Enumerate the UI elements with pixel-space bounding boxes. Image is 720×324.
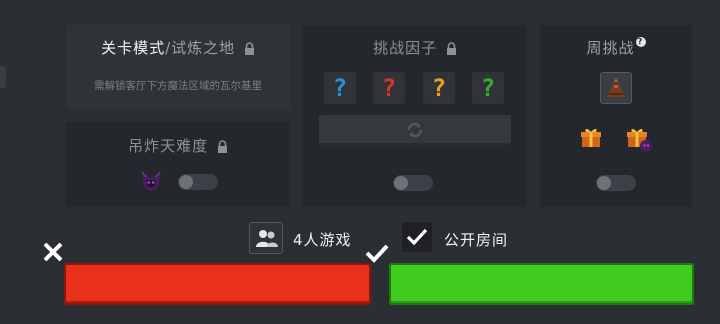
demon-helmet-icon — [139, 169, 163, 197]
stage-mode-title: 关卡模式/试炼之地 — [66, 37, 290, 58]
challenge-factors-toggle[interactable] — [393, 175, 433, 191]
confirm-button[interactable] — [365, 244, 694, 305]
reroll-button[interactable] — [319, 115, 511, 145]
public-room-label: 公开房间 — [444, 231, 509, 249]
toggle-knob — [394, 176, 408, 190]
gift-reward-icon — [579, 125, 603, 153]
reroll-icon — [406, 121, 424, 143]
volcano-challenge-icon[interactable] — [600, 72, 632, 104]
challenge-factors-label: 挑战因子 — [373, 39, 438, 57]
four-player-label: 4人游戏 — [293, 231, 352, 249]
question-mark-icon: ? — [381, 74, 397, 102]
unlock-hint: 需解锁客厅下方魔法区域的瓦尔基里 — [94, 80, 262, 92]
lock-icon — [446, 42, 457, 55]
toggle-knob — [179, 175, 193, 189]
question-mark-icon: ? — [332, 74, 348, 102]
difficulty-label: 吊炸天难度 — [128, 137, 209, 155]
weekly-challenge-title: 周挑战? — [540, 37, 692, 58]
trial-land-label: 试炼之地 — [171, 39, 236, 57]
question-mark-icon: ? — [480, 74, 496, 102]
toggle-knob — [597, 176, 611, 190]
lock-icon — [217, 140, 228, 153]
challenge-slot-red[interactable]: ? — [373, 72, 405, 104]
gift-reward-locked-icon — [625, 124, 655, 158]
challenge-slot-green[interactable]: ? — [472, 72, 504, 104]
lock-icon — [244, 42, 255, 55]
question-mark-icon: ? — [431, 74, 447, 102]
weekly-challenge-panel[interactable]: 周挑战? — [540, 25, 692, 207]
stage-mode-panel[interactable]: 关卡模式/试炼之地 需解锁客厅下方魔法区域的瓦尔基里 — [66, 25, 290, 110]
cancel-button[interactable] — [43, 242, 371, 305]
challenge-slot-yellow[interactable]: ? — [423, 72, 455, 104]
panel-edge-handle — [0, 66, 6, 88]
weekly-challenge-toggle[interactable] — [596, 175, 636, 191]
checkmark-icon — [406, 227, 428, 251]
players-icon — [255, 229, 279, 253]
difficulty-toggle[interactable] — [178, 174, 218, 190]
challenge-slot-blue[interactable]: ? — [324, 72, 356, 104]
challenge-factors-title: 挑战因子 — [303, 37, 527, 58]
stage-mode-label: 关卡模式 — [101, 39, 166, 57]
help-icon[interactable]: ? — [635, 37, 646, 47]
difficulty-title: 吊炸天难度 — [66, 135, 290, 156]
weekly-challenge-label: 周挑战 — [586, 39, 635, 57]
public-room-checkbox[interactable] — [402, 222, 432, 252]
four-player-button[interactable] — [249, 222, 283, 254]
difficulty-panel: 吊炸天难度 — [66, 122, 290, 207]
